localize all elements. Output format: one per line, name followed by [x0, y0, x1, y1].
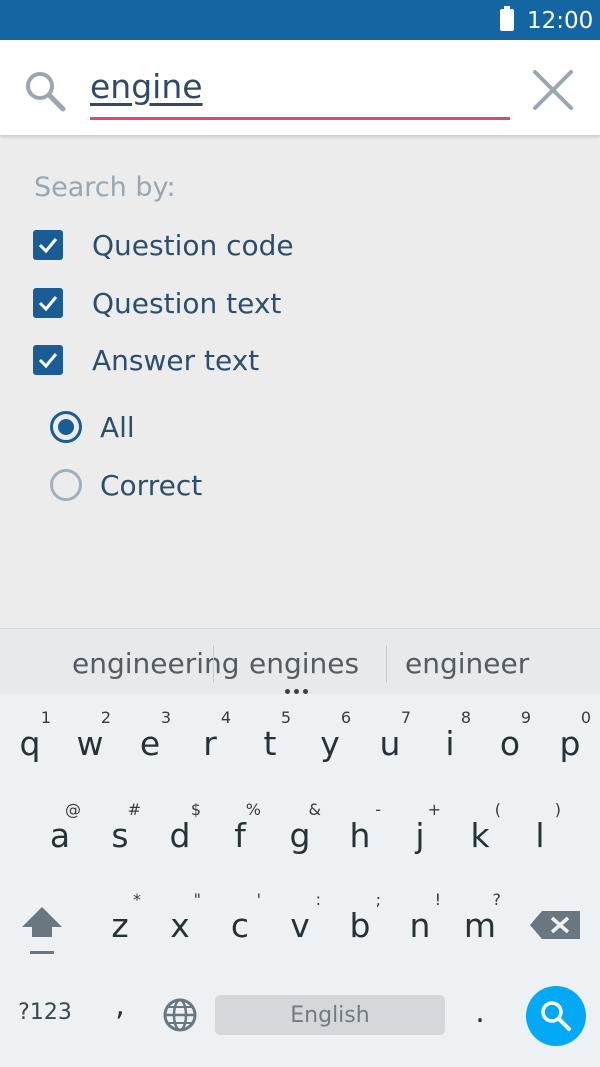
suggestion-divider: [213, 645, 214, 683]
key-letter: o: [499, 724, 521, 763]
key-letter: a: [49, 816, 71, 855]
shift-key-icon[interactable]: [14, 895, 70, 965]
key-q[interactable]: 1q: [0, 698, 60, 786]
key-h[interactable]: -h: [330, 790, 390, 878]
key-letter: j: [415, 816, 425, 855]
key-j[interactable]: + j: [390, 790, 450, 878]
key-e[interactable]: 3e: [120, 698, 180, 786]
key-o[interactable]: 9o: [480, 698, 540, 786]
checkbox-label: Question text: [92, 286, 282, 320]
key-letter: c: [230, 906, 250, 945]
key-letter: f: [234, 816, 246, 855]
key-m[interactable]: ? m: [450, 880, 510, 968]
search-by-heading: Search by:: [34, 172, 176, 203]
suggestion-3[interactable]: engineer: [405, 647, 529, 680]
key-letter: w: [76, 724, 104, 763]
key-letter: g: [289, 816, 311, 855]
key-i[interactable]: 8i: [420, 698, 480, 786]
checkbox-label: Question code: [92, 228, 294, 262]
key-letter: d: [169, 816, 191, 855]
key-letter: m: [463, 906, 497, 945]
checkbox-label: Answer text: [92, 343, 260, 377]
key-w[interactable]: 2w: [60, 698, 120, 786]
key-v[interactable]: :v: [270, 880, 330, 968]
search-underline: [90, 117, 510, 120]
key-u[interactable]: 7u: [360, 698, 420, 786]
search-input[interactable]: engine: [90, 67, 510, 119]
key-letter: n: [409, 906, 431, 945]
radio-correct[interactable]: Correct: [50, 465, 202, 505]
key-letter: h: [349, 816, 371, 855]
suggestion-strip: engineering engines engineer: [0, 628, 600, 694]
comma-key[interactable]: ,: [105, 988, 135, 1028]
key-letter: k: [470, 816, 490, 855]
key-z[interactable]: * z: [90, 880, 150, 968]
key-y[interactable]: 6y: [300, 698, 360, 786]
key-l[interactable]: ) l: [510, 790, 570, 878]
radio-all[interactable]: All: [50, 407, 135, 447]
key-letter: s: [111, 816, 129, 855]
checkbox-checked-icon[interactable]: [33, 288, 63, 318]
checkbox-answer-text[interactable]: Answer text: [33, 340, 259, 380]
suggestion-2[interactable]: engines: [249, 647, 359, 680]
globe-icon[interactable]: [160, 995, 200, 1035]
key-letter: u: [379, 724, 401, 763]
key-f[interactable]: % f: [210, 790, 270, 878]
checkbox-question-code[interactable]: Question code: [33, 225, 294, 265]
key-letter: t: [263, 724, 277, 763]
checkbox-question-text[interactable]: Question text: [33, 283, 281, 323]
key-letter: y: [320, 724, 340, 763]
key-letter: r: [203, 724, 217, 763]
more-suggestions-icon[interactable]: [285, 681, 315, 694]
key-letter: p: [559, 724, 581, 763]
key-r[interactable]: 4r: [180, 698, 240, 786]
key-letter: b: [349, 906, 371, 945]
key-letter: i: [445, 724, 455, 763]
key-c[interactable]: ' c: [210, 880, 270, 968]
radio-label: Correct: [100, 468, 203, 502]
radio-label: All: [100, 410, 135, 444]
key-a[interactable]: @ a: [30, 790, 90, 878]
key-letter: e: [139, 724, 161, 763]
radio-selected-icon[interactable]: [50, 411, 82, 443]
suggestion-divider: [386, 645, 387, 683]
close-icon[interactable]: [530, 67, 576, 113]
key-letter: x: [170, 906, 190, 945]
key-t[interactable]: 5t: [240, 698, 300, 786]
key-x[interactable]: " x: [150, 880, 210, 968]
battery-icon: [500, 6, 514, 31]
search-action-key[interactable]: [526, 986, 586, 1046]
key-d[interactable]: $ d: [150, 790, 210, 878]
status-time: 12:00: [527, 8, 594, 34]
radio-unselected-icon[interactable]: [50, 469, 82, 501]
backspace-key-icon[interactable]: [528, 900, 586, 950]
checkbox-checked-icon[interactable]: [33, 345, 63, 375]
key-letter: z: [111, 906, 129, 945]
search-icon: [541, 1001, 571, 1031]
symbols-mode-key[interactable]: ?123: [14, 1000, 76, 1030]
key-letter: v: [290, 906, 310, 945]
key-g[interactable]: & g: [270, 790, 330, 878]
key-letter: l: [535, 816, 545, 855]
status-bar: 12:00: [0, 0, 600, 40]
space-key[interactable]: English: [215, 995, 445, 1035]
key-letter: q: [19, 724, 41, 763]
suggestion-1[interactable]: engineering: [72, 647, 240, 680]
checkbox-checked-icon[interactable]: [33, 230, 63, 260]
period-key[interactable]: .: [465, 995, 495, 1035]
key-b[interactable]: ; b: [330, 880, 390, 968]
key-n[interactable]: ! n: [390, 880, 450, 968]
key-k[interactable]: (k: [450, 790, 510, 878]
search-icon: [26, 72, 66, 112]
key-s[interactable]: # s: [90, 790, 150, 878]
space-key-label: English: [290, 1002, 370, 1028]
search-header: engine: [0, 40, 600, 135]
key-p[interactable]: 0p: [540, 698, 600, 786]
